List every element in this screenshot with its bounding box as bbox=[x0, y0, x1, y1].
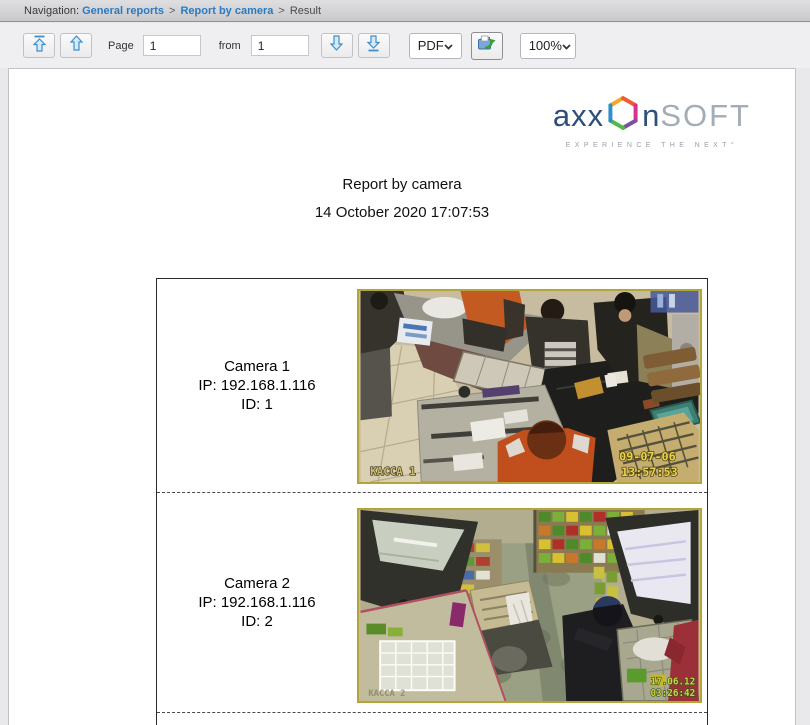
table-row-cutoff bbox=[157, 713, 707, 725]
previous-page-button[interactable] bbox=[60, 33, 92, 58]
zoom-level-select[interactable]: 100% bbox=[519, 32, 576, 59]
camera-name: Camera 1 bbox=[224, 358, 290, 375]
camera-name: Camera 2 bbox=[224, 575, 290, 592]
export-format-value: PDF bbox=[417, 38, 444, 53]
camera-2-osd-date: 17.06.12 bbox=[650, 676, 695, 687]
camera-id: ID: 1 bbox=[241, 396, 273, 413]
camera-ip: IP: 192.168.1.116 bbox=[198, 594, 316, 611]
camera-1-image-cell: KACCA 1 09-07-06 13:57:53 bbox=[357, 279, 707, 492]
breadcrumb-prefix: Navigation: bbox=[24, 4, 83, 17]
checkout-scene-illustration: KACCA 1 09-07-06 13:57:53 bbox=[360, 290, 700, 482]
first-page-button[interactable] bbox=[23, 33, 55, 58]
arrow-down-icon bbox=[329, 35, 344, 56]
logo-text-axx: axx bbox=[552, 98, 605, 133]
last-page-button[interactable] bbox=[357, 33, 390, 58]
report-title: Report by camera bbox=[342, 176, 462, 193]
camera-1-osd-time: 13:57:53 bbox=[621, 465, 678, 479]
store-aisle-scene-illustration: KACCA 2 17.06.12 03:26:42 bbox=[360, 509, 700, 701]
report-generated-datetime: 14 October 2020 17:07:53 bbox=[314, 204, 490, 221]
camera-2-osd-time: 03:26:42 bbox=[650, 688, 695, 699]
breadcrumb-separator: > bbox=[169, 4, 176, 17]
report-toolbar: Page from PDF bbox=[0, 23, 810, 68]
arrow-up-bar-icon bbox=[32, 35, 46, 57]
breadcrumb-link-report-by-camera[interactable]: Report by camera bbox=[180, 5, 273, 17]
camera-1-osd-label: KACCA 1 bbox=[370, 465, 415, 478]
pages-total-input[interactable] bbox=[250, 35, 309, 56]
breadcrumb: Navigation: General reports > Report by … bbox=[0, 0, 810, 22]
axxonsoft-logo: axx n SOFT EXPERIENCE THE NEXT° bbox=[553, 95, 751, 149]
chevron-down-icon bbox=[562, 38, 571, 53]
page-label: Page bbox=[108, 39, 134, 52]
camera-2-osd-label: KACCA 2 bbox=[368, 689, 405, 699]
camera-1-info-cell: Camera 1 IP: 192.168.1.116 ID: 1 bbox=[157, 279, 357, 492]
page-number-input[interactable] bbox=[142, 35, 201, 56]
arrow-up-icon bbox=[69, 35, 83, 56]
camera-1-osd-date: 09-07-06 bbox=[619, 449, 676, 463]
breadcrumb-link-general-reports[interactable]: General reports bbox=[82, 5, 164, 17]
export-report-button[interactable] bbox=[470, 31, 503, 60]
zoom-level-value: 100% bbox=[528, 38, 562, 53]
logo-text-soft: SOFT bbox=[660, 98, 751, 133]
from-label: from bbox=[218, 39, 241, 52]
camera-ip: IP: 192.168.1.116 bbox=[198, 377, 316, 394]
breadcrumb-current: Result bbox=[289, 4, 322, 17]
hexagon-o-icon bbox=[604, 95, 642, 136]
chevron-down-icon bbox=[444, 38, 453, 53]
camera-report-table: Camera 1 IP: 192.168.1.116 ID: 1 KACCA 1… bbox=[156, 278, 708, 725]
logo-text-n: n bbox=[642, 98, 661, 133]
camera-2-image-cell: KACCA 2 17.06.12 03:26:42 bbox=[357, 493, 707, 712]
export-format-select[interactable]: PDF bbox=[408, 32, 462, 59]
logo-tagline: EXPERIENCE THE NEXT° bbox=[565, 142, 739, 149]
camera-id: ID: 2 bbox=[241, 613, 273, 630]
camera-2-snapshot: KACCA 2 17.06.12 03:26:42 bbox=[357, 507, 702, 703]
table-row-camera-2: Camera 2 IP: 192.168.1.116 ID: 2 KACCA 2… bbox=[157, 493, 707, 713]
table-row-camera-1: Camera 1 IP: 192.168.1.116 ID: 1 KACCA 1… bbox=[157, 279, 707, 493]
breadcrumb-separator: > bbox=[278, 4, 285, 17]
arrow-down-bar-icon bbox=[366, 34, 381, 57]
report-page: axx n SOFT EXPERIENCE THE NEXT° Report b… bbox=[8, 68, 796, 725]
camera-2-info-cell: Camera 2 IP: 192.168.1.116 ID: 2 bbox=[157, 493, 357, 712]
next-page-button[interactable] bbox=[320, 33, 353, 58]
export-report-icon bbox=[477, 34, 497, 57]
camera-1-snapshot: KACCA 1 09-07-06 13:57:53 bbox=[357, 288, 702, 484]
